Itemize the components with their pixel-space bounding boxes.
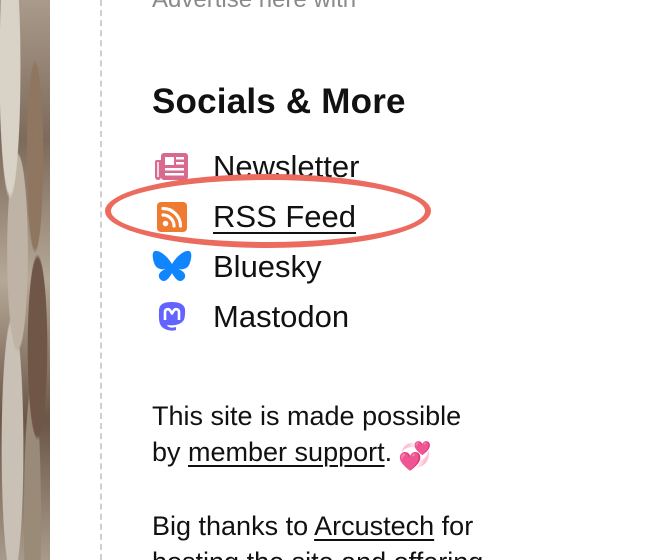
thanks-paragraph: Big thanks to Arcustech for hosting the …: [152, 508, 532, 560]
social-item-mastodon[interactable]: Mastodon: [152, 292, 359, 342]
thanks-line2: hosting the site and offering: [152, 547, 483, 560]
social-item-rss[interactable]: RSS Feed: [152, 192, 359, 242]
support-line1: This site is made possible: [152, 401, 462, 431]
member-support-link[interactable]: member support: [188, 437, 385, 467]
newspaper-icon: [152, 147, 192, 187]
support-paragraph: This site is made possible by member sup…: [152, 398, 512, 474]
page: Advertise here with Socials & More Newsl…: [0, 0, 660, 560]
background-image-strip: [0, 0, 50, 560]
social-label-bluesky: Bluesky: [213, 249, 322, 284]
arcustech-link[interactable]: Arcustech: [314, 511, 434, 541]
social-label-mastodon: Mastodon: [213, 299, 350, 334]
sidebar-divider: [100, 0, 102, 560]
butterfly-icon: [152, 247, 192, 287]
mastodon-icon: [152, 297, 192, 337]
thanks-suffix: for: [434, 511, 474, 541]
social-label-newsletter: Newsletter: [213, 149, 360, 184]
thanks-prefix: Big thanks to: [152, 511, 315, 541]
support-line2-prefix: by: [152, 437, 189, 467]
advertise-text: Advertise here with: [152, 0, 356, 14]
hearts-emoji: 💞: [398, 441, 432, 471]
socials-list: Newsletter RSS Feed Bluesky Mastodon: [152, 142, 359, 342]
rss-icon: [152, 197, 192, 237]
rss-feed-link[interactable]: RSS Feed: [213, 199, 356, 235]
socials-heading: Socials & More: [152, 82, 406, 121]
social-item-bluesky[interactable]: Bluesky: [152, 242, 359, 292]
support-suffix: .: [384, 437, 393, 467]
social-item-newsletter[interactable]: Newsletter: [152, 142, 359, 192]
